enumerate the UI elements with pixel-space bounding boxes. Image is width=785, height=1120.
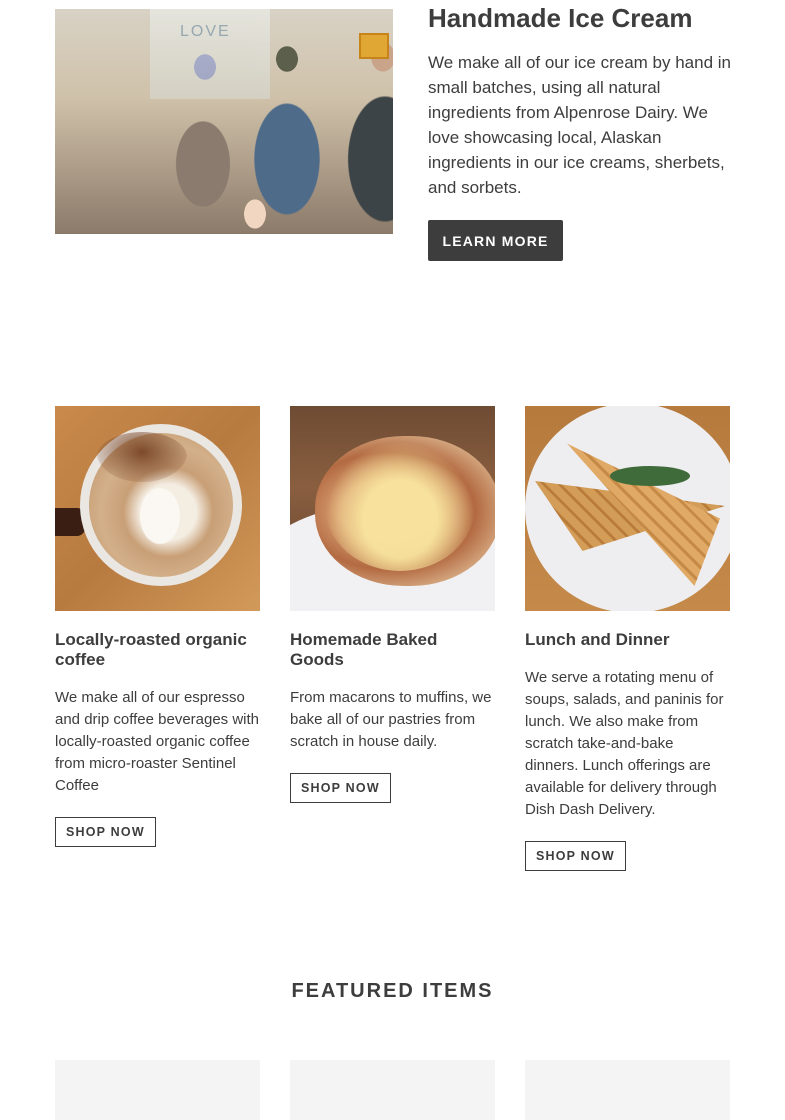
hero-title: Handmade Ice Cream — [428, 3, 693, 33]
baked-goods-image — [290, 406, 495, 611]
featured-item-placeholder[interactable] — [525, 1060, 730, 1120]
latte-art — [135, 481, 185, 551]
shop-now-baked-goods-button[interactable]: SHOP NOW — [290, 773, 391, 803]
card-title: Lunch and Dinner — [525, 630, 670, 649]
card-title: Locally-roasted organic coffee — [55, 630, 247, 669]
spinach-filling — [610, 466, 690, 486]
lunch-image — [525, 406, 730, 611]
hero-description: We make all of our ice cream by hand in … — [428, 53, 731, 197]
hero-image: LOVE — [55, 9, 393, 234]
cocoa-powder — [97, 432, 187, 482]
shop-now-lunch-button[interactable]: SHOP NOW — [525, 841, 626, 871]
hero-wall-picture — [359, 33, 389, 59]
coffee-image — [55, 406, 260, 611]
featured-items-heading: FEATURED ITEMS — [291, 980, 494, 1002]
card-lunch-dinner: Lunch and Dinner We serve a rotating men… — [525, 406, 730, 871]
glaze — [325, 441, 475, 571]
hero-window-sign: LOVE — [180, 23, 231, 40]
card-title: Homemade Baked Goods — [290, 630, 438, 669]
learn-more-button[interactable]: LEARN MORE — [428, 220, 563, 261]
card-coffee: Locally-roasted organic coffee We make a… — [55, 406, 260, 847]
featured-item-placeholder[interactable] — [55, 1060, 260, 1120]
card-text: We serve a rotating menu of soups, salad… — [525, 669, 724, 818]
featured-item-placeholder[interactable] — [290, 1060, 495, 1120]
hero-window: LOVE — [150, 9, 270, 99]
shop-now-coffee-button[interactable]: SHOP NOW — [55, 817, 156, 847]
card-text: We make all of our espresso and drip cof… — [55, 689, 260, 794]
card-baked-goods: Homemade Baked Goods From macarons to mu… — [290, 406, 495, 803]
card-text: From macarons to muffins, we bake all of… — [290, 689, 492, 750]
